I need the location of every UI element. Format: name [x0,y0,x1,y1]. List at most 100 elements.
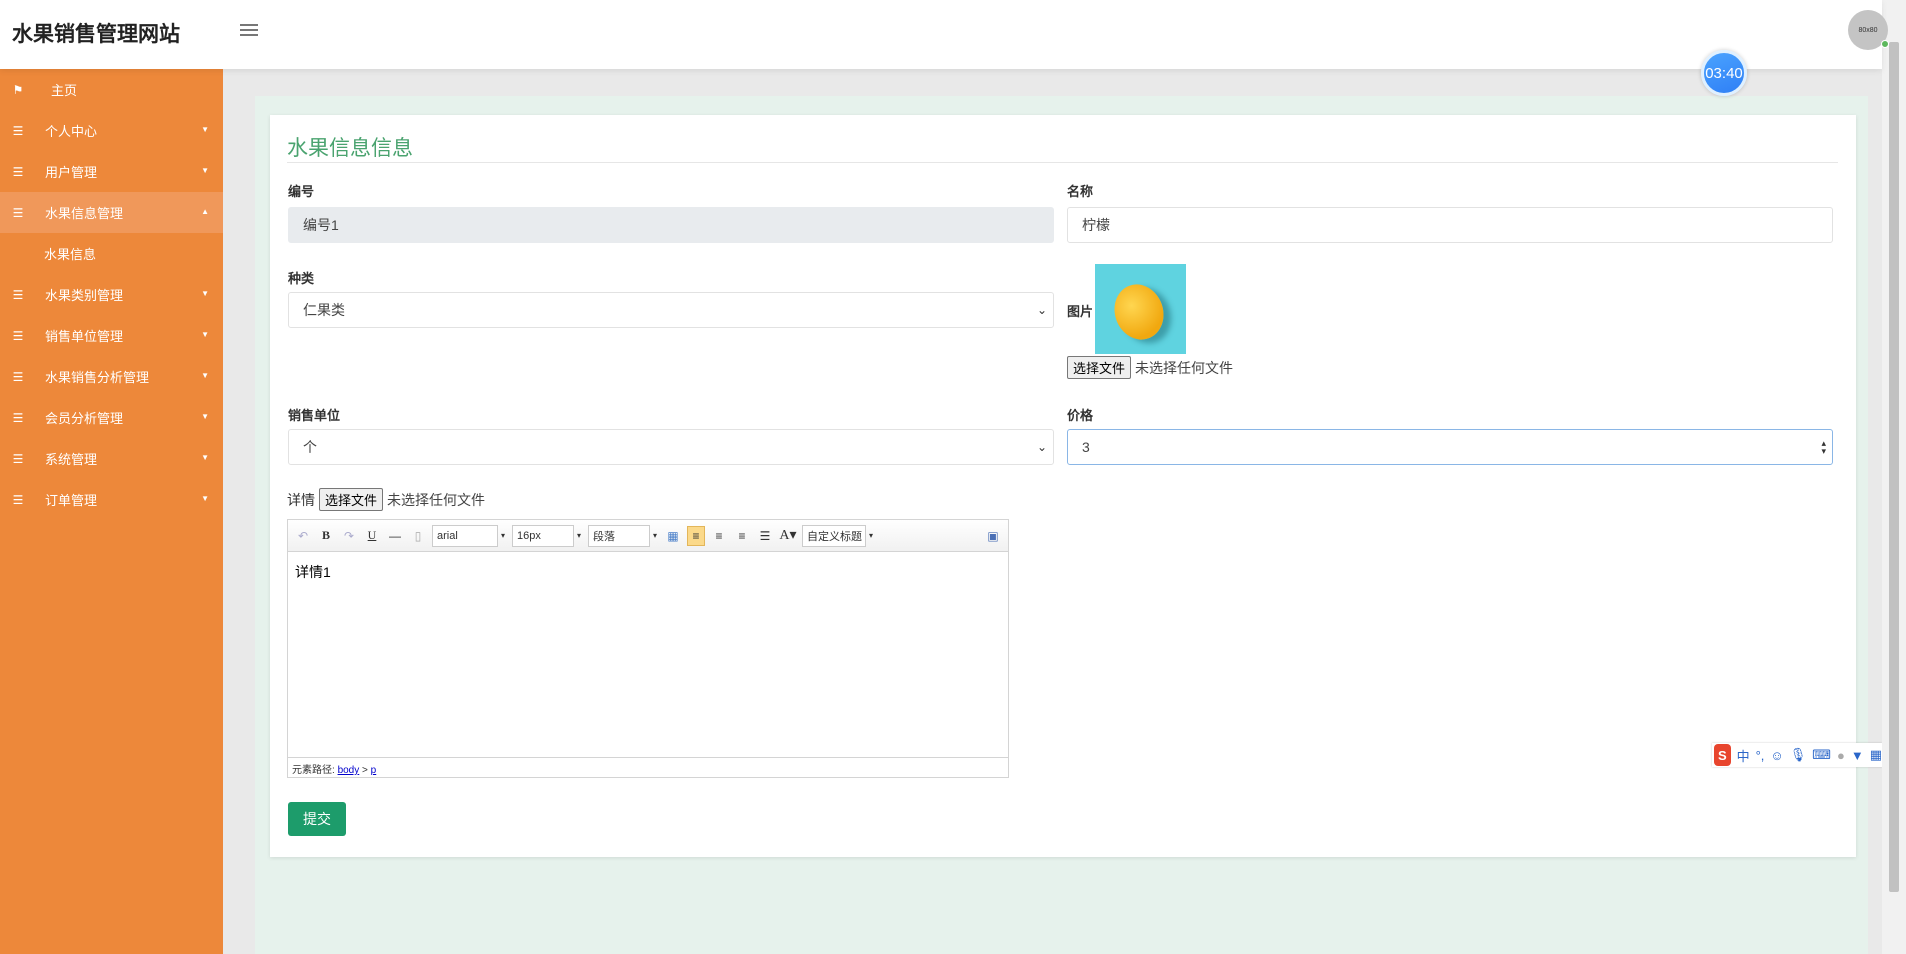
menu-toggle-icon[interactable] [240,24,258,38]
editor-content[interactable]: 详情1 [288,552,1008,757]
user-icon[interactable]: ● [1837,748,1845,763]
timer-badge[interactable]: 03:40 [1701,50,1747,96]
chevron-down-icon: ▼ [201,494,209,503]
microphone-icon[interactable]: 🎙 [1790,747,1807,763]
number-value: 编号1 [303,217,339,233]
sidebar-item-orders[interactable]: ☰ 订单管理 ▼ [0,479,223,520]
grid-icon[interactable]: ▦ [1870,747,1882,763]
list-icon: ☰ [12,164,24,179]
font-family-select[interactable]: arial [432,524,505,547]
align-right-icon[interactable]: ≡ [710,526,728,546]
image-label: 图片 [1067,304,1094,319]
chevron-down-icon: ▼ [201,289,209,298]
font-size-select[interactable]: 16px [512,524,581,547]
sidebar-item-member-analysis[interactable]: ☰ 会员分析管理 ▼ [0,397,223,438]
list-icon: ☰ [12,492,24,507]
list-icon: ☰ [12,410,24,425]
sidebar-item-label: 订单管理 [45,493,98,508]
number-field[interactable]: 编号1 [288,207,1054,243]
custom-title-select[interactable]: 自定义标题 [802,524,873,547]
keyboard-icon[interactable]: ⌨ [1812,747,1831,763]
align-center-icon[interactable]: ≡ [733,526,751,546]
sidebar-item-system[interactable]: ☰ 系统管理 ▼ [0,438,223,479]
sidebar-item-profile[interactable]: ☰ 个人中心 ▼ [0,110,223,151]
name-label: 名称 [1067,184,1094,199]
name-field[interactable]: 柠檬 [1067,207,1833,243]
choose-file-button[interactable]: 选择文件 [1067,356,1132,379]
sidebar-subitem-fruit-info[interactable]: 水果信息 [0,233,223,274]
bold-icon[interactable]: B [317,526,335,546]
sidebar-item-sales-analysis[interactable]: ☰ 水果销售分析管理 ▼ [0,356,223,397]
choose-file-button[interactable]: 选择文件 [319,488,384,511]
flag-icon: ⚑ [12,82,24,97]
sidebar-item-label: 水果销售分析管理 [45,370,150,385]
chevron-down-icon: ▼ [201,166,209,175]
align-left-icon[interactable]: ≡ [687,525,705,546]
unit-label: 销售单位 [288,408,341,423]
detail-label: 详情 [287,491,315,508]
sidebar-item-label: 个人中心 [45,124,98,139]
unit-select[interactable]: 个 ⌄ [288,429,1054,465]
paragraph-select[interactable]: 段落 [588,524,657,547]
sidebar-item-label: 水果类别管理 [45,288,124,303]
no-file-text: 未选择任何文件 [387,491,486,508]
divider [287,162,1838,163]
name-value: 柠檬 [1082,217,1110,233]
chevron-down-icon: ▼ [201,330,209,339]
chevron-up-icon: ▲ [201,207,209,216]
category-value: 仁果类 [303,302,345,318]
ime-lang[interactable]: 中 [1737,746,1750,765]
element-path-label: 元素路径: [292,765,335,776]
number-spinner[interactable]: ▴ ▾ [1821,439,1826,456]
no-file-text: 未选择任何文件 [1135,359,1234,376]
sidebar-item-sales-unit[interactable]: ☰ 销售单位管理 ▼ [0,315,223,356]
sidebar-item-home[interactable]: ⚑ 主页 [0,69,223,110]
detail-file-input[interactable]: 详情 选择文件 未选择任何文件 [287,488,485,511]
submit-button[interactable]: 提交 [288,802,346,836]
price-field[interactable]: 3 ▴ ▾ [1067,429,1833,465]
site-title: 水果销售管理网站 [12,23,180,46]
table-icon[interactable]: ▦ [664,526,682,546]
top-header: 水果销售管理网站 80x80 [0,0,1889,69]
page-title: 水果信息信息 [287,137,413,160]
chevron-down-icon: ▼ [201,453,209,462]
list-icon: ☰ [12,205,24,220]
fullscreen-icon[interactable]: ▣ [984,526,1002,546]
path-separator: > [362,765,368,776]
sogou-logo-icon[interactable]: S [1714,744,1731,766]
font-color-icon[interactable]: A▾ [779,526,797,546]
ime-toolbar: S 中 °, ☺ 🎙 ⌨ ● ▼ ▦ [1712,743,1882,767]
chevron-down-icon: ▼ [201,125,209,134]
avatar[interactable]: 80x80 [1848,10,1889,50]
sidebar-item-label: 会员分析管理 [45,411,124,426]
sidebar-item-label: 用户管理 [45,165,98,180]
number-label: 编号 [288,184,315,199]
redo-icon[interactable]: ↷ [340,526,358,546]
path-p-link[interactable]: p [371,765,377,776]
sidebar-item-fruit-category[interactable]: ☰ 水果类别管理 ▼ [0,274,223,315]
scrollbar[interactable] [1882,0,1906,954]
underline-icon[interactable]: U [363,526,381,546]
page-icon[interactable]: ▯ [409,526,427,546]
sidebar-item-fruit-info-mgmt[interactable]: ☰ 水果信息管理 ▲ [0,192,223,233]
path-body-link[interactable]: body [338,765,360,776]
horizontal-rule-icon[interactable]: — [386,526,404,546]
chevron-down-icon: ▼ [201,412,209,421]
sidebar-item-label: 主页 [51,83,78,98]
editor-toolbar: ↶ B ↷ U — ▯ arial 16px 段落 ▦ ≡ ≡ ≡ ☰ A▾ 自… [288,520,1008,552]
skin-icon[interactable]: ▼ [1851,748,1864,763]
category-label: 种类 [288,271,315,286]
category-select[interactable]: 仁果类 ⌄ [288,292,1054,328]
undo-icon[interactable]: ↶ [294,526,312,546]
scrollbar-thumb[interactable] [1889,42,1899,892]
chevron-down-icon: ⌄ [1036,440,1047,454]
ime-punct[interactable]: °, [1756,748,1765,763]
list-icon: ☰ [12,451,24,466]
online-status-dot [1881,40,1889,48]
align-justify-icon[interactable]: ☰ [756,526,774,546]
price-value: 3 [1082,439,1090,455]
sidebar-item-users[interactable]: ☰ 用户管理 ▼ [0,151,223,192]
image-file-input[interactable]: 选择文件 未选择任何文件 [1067,356,1233,379]
sidebar-item-label: 系统管理 [45,452,98,467]
emoji-icon[interactable]: ☺ [1770,748,1783,763]
